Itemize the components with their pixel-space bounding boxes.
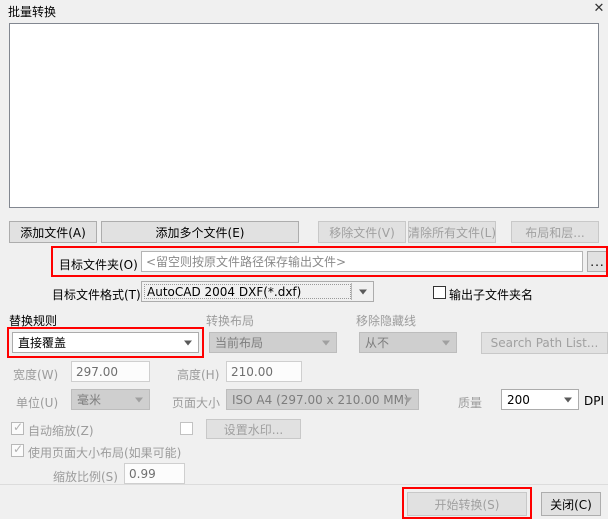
height-label: 高度(H) (177, 368, 220, 382)
quality-unit-label: DPI (584, 394, 605, 408)
close-icon[interactable]: ✕ (591, 0, 607, 18)
chevron-down-icon[interactable] (359, 289, 367, 294)
target-folder-label: 目标文件夹(O) (59, 258, 138, 272)
file-list[interactable] (9, 23, 599, 208)
replace-rule-group-label: 替换规则 (9, 314, 58, 328)
units-label: 单位(U) (16, 396, 59, 410)
chevron-down-icon[interactable] (564, 397, 572, 402)
window-title-bar: 批量转换 ✕ (0, 0, 608, 22)
height-input[interactable]: 210.00 (226, 361, 302, 382)
close-button[interactable]: 关闭(C) (541, 492, 601, 516)
use-page-layout-label: 使用页面大小布局(如果可能) (28, 446, 182, 460)
chevron-down-icon (135, 397, 143, 402)
target-folder-input[interactable]: <留空则按原文件路径保存输出文件> (141, 251, 583, 272)
scale-ratio-input[interactable]: 0.99 (124, 463, 185, 484)
width-input[interactable]: 297.00 (71, 361, 150, 382)
target-folder-browse-button[interactable]: ... (587, 251, 608, 272)
chevron-down-icon (404, 397, 412, 402)
use-page-layout-checkbox[interactable]: ✓ (11, 442, 24, 457)
add-file-button[interactable]: 添加文件(A) (9, 221, 97, 243)
watermark-checkbox[interactable] (180, 422, 193, 435)
convert-layout-combo[interactable]: 当前布局 (209, 332, 337, 353)
remove-hidden-lines-value: 从不 (365, 336, 390, 350)
chevron-down-icon (322, 340, 330, 345)
replace-rule-combo[interactable]: 直接覆盖 (12, 332, 199, 353)
checkmark-icon: ✓ (13, 420, 24, 434)
units-combo[interactable]: 毫米 (71, 389, 150, 410)
search-path-list-button[interactable]: Search Path List... (481, 332, 608, 354)
quality-label: 质量 (458, 396, 483, 410)
quality-value: 200 (507, 392, 530, 407)
target-format-value: AutoCAD 2004 DXF(*.dxf) (147, 284, 302, 299)
replace-rule-value: 直接覆盖 (18, 336, 67, 350)
page-size-combo[interactable]: ISO A4 (297.00 x 210.00 MM) (226, 389, 419, 410)
window-title: 批量转换 (8, 5, 57, 19)
add-multiple-files-button[interactable]: 添加多个文件(E) (101, 221, 299, 243)
start-convert-button[interactable]: 开始转换(S) (407, 492, 527, 516)
page-size-value: ISO A4 (297.00 x 210.00 MM) (232, 392, 409, 407)
layout-and-layers-button[interactable]: 布局和层... (511, 221, 599, 243)
footer-separator (0, 484, 608, 485)
remove-file-button[interactable]: 移除文件(V) (318, 221, 406, 243)
target-format-combo[interactable]: AutoCAD 2004 DXF(*.dxf) (141, 281, 374, 302)
chevron-down-icon (442, 340, 450, 345)
clear-all-files-button[interactable]: 清除所有文件(L) (408, 221, 496, 243)
units-value: 毫米 (77, 393, 102, 407)
output-subfolder-checkbox[interactable] (433, 286, 446, 299)
ellipsis-icon: ... (590, 254, 605, 269)
width-label: 宽度(W) (13, 368, 59, 382)
remove-hidden-lines-group-label: 移除隐藏线 (356, 314, 417, 328)
auto-scale-checkbox[interactable]: ✓ (11, 420, 24, 435)
chevron-down-icon[interactable] (184, 340, 192, 345)
page-size-label: 页面大小 (172, 396, 221, 410)
convert-layout-value: 当前布局 (215, 336, 264, 350)
convert-layout-group-label: 转换布局 (206, 314, 255, 328)
output-subfolder-label: 输出子文件夹名 (449, 288, 534, 302)
set-watermark-button[interactable]: 设置水印... (206, 419, 301, 439)
remove-hidden-lines-combo[interactable]: 从不 (359, 332, 457, 353)
quality-combo[interactable]: 200 (501, 389, 579, 410)
checkmark-icon: ✓ (13, 442, 24, 456)
combo-separator (351, 283, 352, 300)
scale-ratio-label: 缩放比例(S) (53, 470, 118, 484)
target-format-label: 目标文件格式(T) (52, 288, 141, 302)
auto-scale-label: 自动缩放(Z) (28, 424, 94, 438)
